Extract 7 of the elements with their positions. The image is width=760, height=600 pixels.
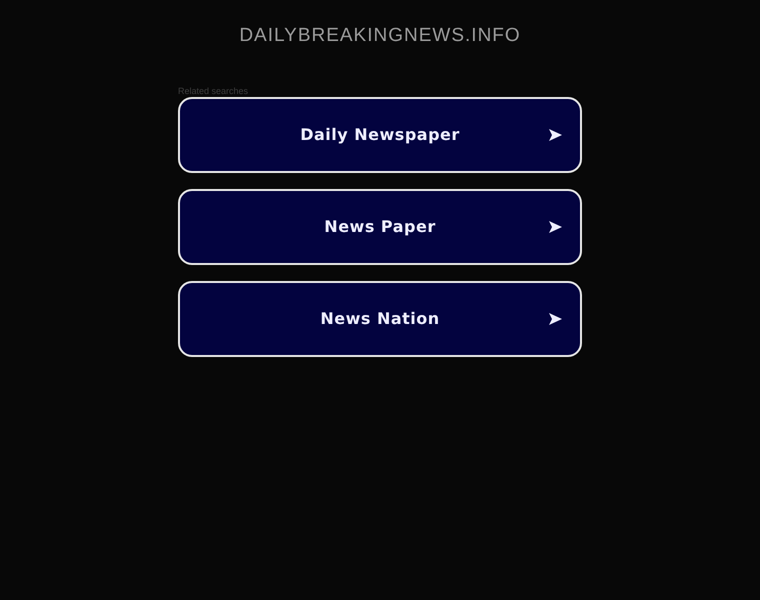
related-search-link[interactable]: News Nation: [178, 281, 582, 357]
related-search-link[interactable]: Daily Newspaper: [178, 97, 582, 173]
arrow-icon: [549, 129, 562, 141]
related-search-link[interactable]: News Paper: [178, 189, 582, 265]
site-title: DAILYBREAKINGNEWS.INFO: [239, 24, 521, 48]
arrow-icon: [549, 313, 562, 325]
arrow-icon: [549, 221, 562, 233]
